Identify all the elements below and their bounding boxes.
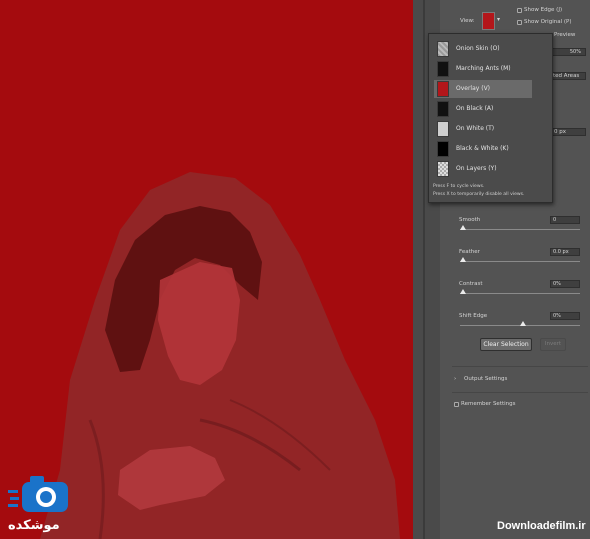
smooth-label: Smooth bbox=[459, 217, 481, 223]
smooth-track[interactable] bbox=[460, 229, 580, 230]
menu-item-on-black[interactable]: On Black (A) bbox=[434, 100, 531, 118]
menu-item-overlay[interactable]: Overlay (V) bbox=[434, 80, 532, 98]
on-white-thumbnail bbox=[437, 121, 449, 137]
output-settings-label[interactable]: Output Settings bbox=[464, 376, 507, 382]
chevron-down-icon[interactable]: ▾ bbox=[497, 16, 500, 23]
smooth-field[interactable]: 0 bbox=[550, 216, 580, 224]
menu-item-label: Onion Skin (O) bbox=[456, 45, 500, 52]
opacity-field[interactable]: 50% bbox=[552, 48, 586, 56]
menu-item-label: Overlay (V) bbox=[456, 85, 491, 92]
menu-item-black-white[interactable]: Black & White (K) bbox=[434, 140, 531, 158]
show-edge-label: Show Edge (J) bbox=[524, 7, 563, 13]
areas-value: ted Areas bbox=[553, 73, 580, 79]
image-canvas[interactable] bbox=[0, 0, 413, 539]
contrast-slider-thumb[interactable] bbox=[460, 289, 466, 294]
on-black-thumbnail bbox=[437, 101, 449, 117]
menu-item-label: On Black (A) bbox=[456, 105, 494, 112]
contrast-label: Contrast bbox=[459, 281, 483, 287]
contrast-track[interactable] bbox=[460, 293, 580, 294]
camera-logo-icon bbox=[8, 476, 68, 512]
menu-item-label: Black & White (K) bbox=[456, 145, 509, 152]
feather-label: Feather bbox=[459, 249, 480, 255]
overlay-subject-image bbox=[40, 172, 400, 539]
watermark-logo-text: موشکده bbox=[8, 518, 60, 533]
menu-item-label: On Layers (Y) bbox=[456, 165, 497, 172]
on-layers-thumbnail bbox=[437, 161, 449, 177]
feather-field[interactable]: 0.0 px bbox=[550, 248, 580, 256]
feather-track[interactable] bbox=[460, 261, 580, 262]
shift-edge-field[interactable]: 0% bbox=[550, 312, 580, 320]
clear-selection-button[interactable]: Clear Selection bbox=[480, 338, 532, 351]
menu-item-label: Marching Ants (M) bbox=[456, 65, 511, 72]
menu-item-on-white[interactable]: On White (T) bbox=[434, 120, 531, 138]
divider bbox=[452, 366, 588, 367]
shift-edge-label: Shift Edge bbox=[459, 313, 488, 319]
show-original-checkbox[interactable] bbox=[517, 20, 522, 25]
view-mode-dropdown: Onion Skin (O) Marching Ants (M) Overlay… bbox=[428, 33, 553, 203]
watermark-site: Downloadefilm.ir bbox=[497, 520, 586, 532]
contrast-field[interactable]: 0% bbox=[550, 280, 580, 288]
menu-hint: Press X to temporarily disable all views… bbox=[433, 192, 525, 197]
overlay-thumbnail bbox=[437, 81, 449, 97]
view-label: View: bbox=[460, 18, 475, 24]
chevron-right-icon[interactable]: › bbox=[454, 376, 456, 382]
invert-button[interactable]: Invert bbox=[540, 338, 566, 351]
show-original-label: Show Original (P) bbox=[524, 19, 572, 25]
marching-ants-thumbnail bbox=[437, 61, 449, 77]
menu-item-label: On White (T) bbox=[456, 125, 495, 132]
menu-item-onion-skin[interactable]: Onion Skin (O) bbox=[434, 40, 531, 58]
menu-item-marching-ants[interactable]: Marching Ants (M) bbox=[434, 60, 531, 78]
menu-hint: Press F to cycle views. bbox=[433, 184, 485, 189]
black-white-thumbnail bbox=[437, 141, 449, 157]
menu-item-on-layers[interactable]: On Layers (Y) bbox=[434, 160, 531, 178]
onion-skin-thumbnail bbox=[437, 41, 449, 57]
smooth-slider-thumb[interactable] bbox=[460, 225, 466, 230]
remember-settings-checkbox[interactable] bbox=[454, 402, 459, 407]
show-edge-checkbox[interactable] bbox=[517, 8, 522, 13]
remember-settings-label: Remember Settings bbox=[461, 401, 516, 407]
divider bbox=[452, 392, 588, 393]
radius-value: 0 px bbox=[554, 129, 566, 135]
preview-label: Preview bbox=[554, 32, 576, 38]
feather-slider-thumb[interactable] bbox=[460, 257, 466, 262]
view-mode-thumbnail[interactable] bbox=[482, 12, 495, 30]
shift-edge-slider-thumb[interactable] bbox=[520, 321, 526, 326]
